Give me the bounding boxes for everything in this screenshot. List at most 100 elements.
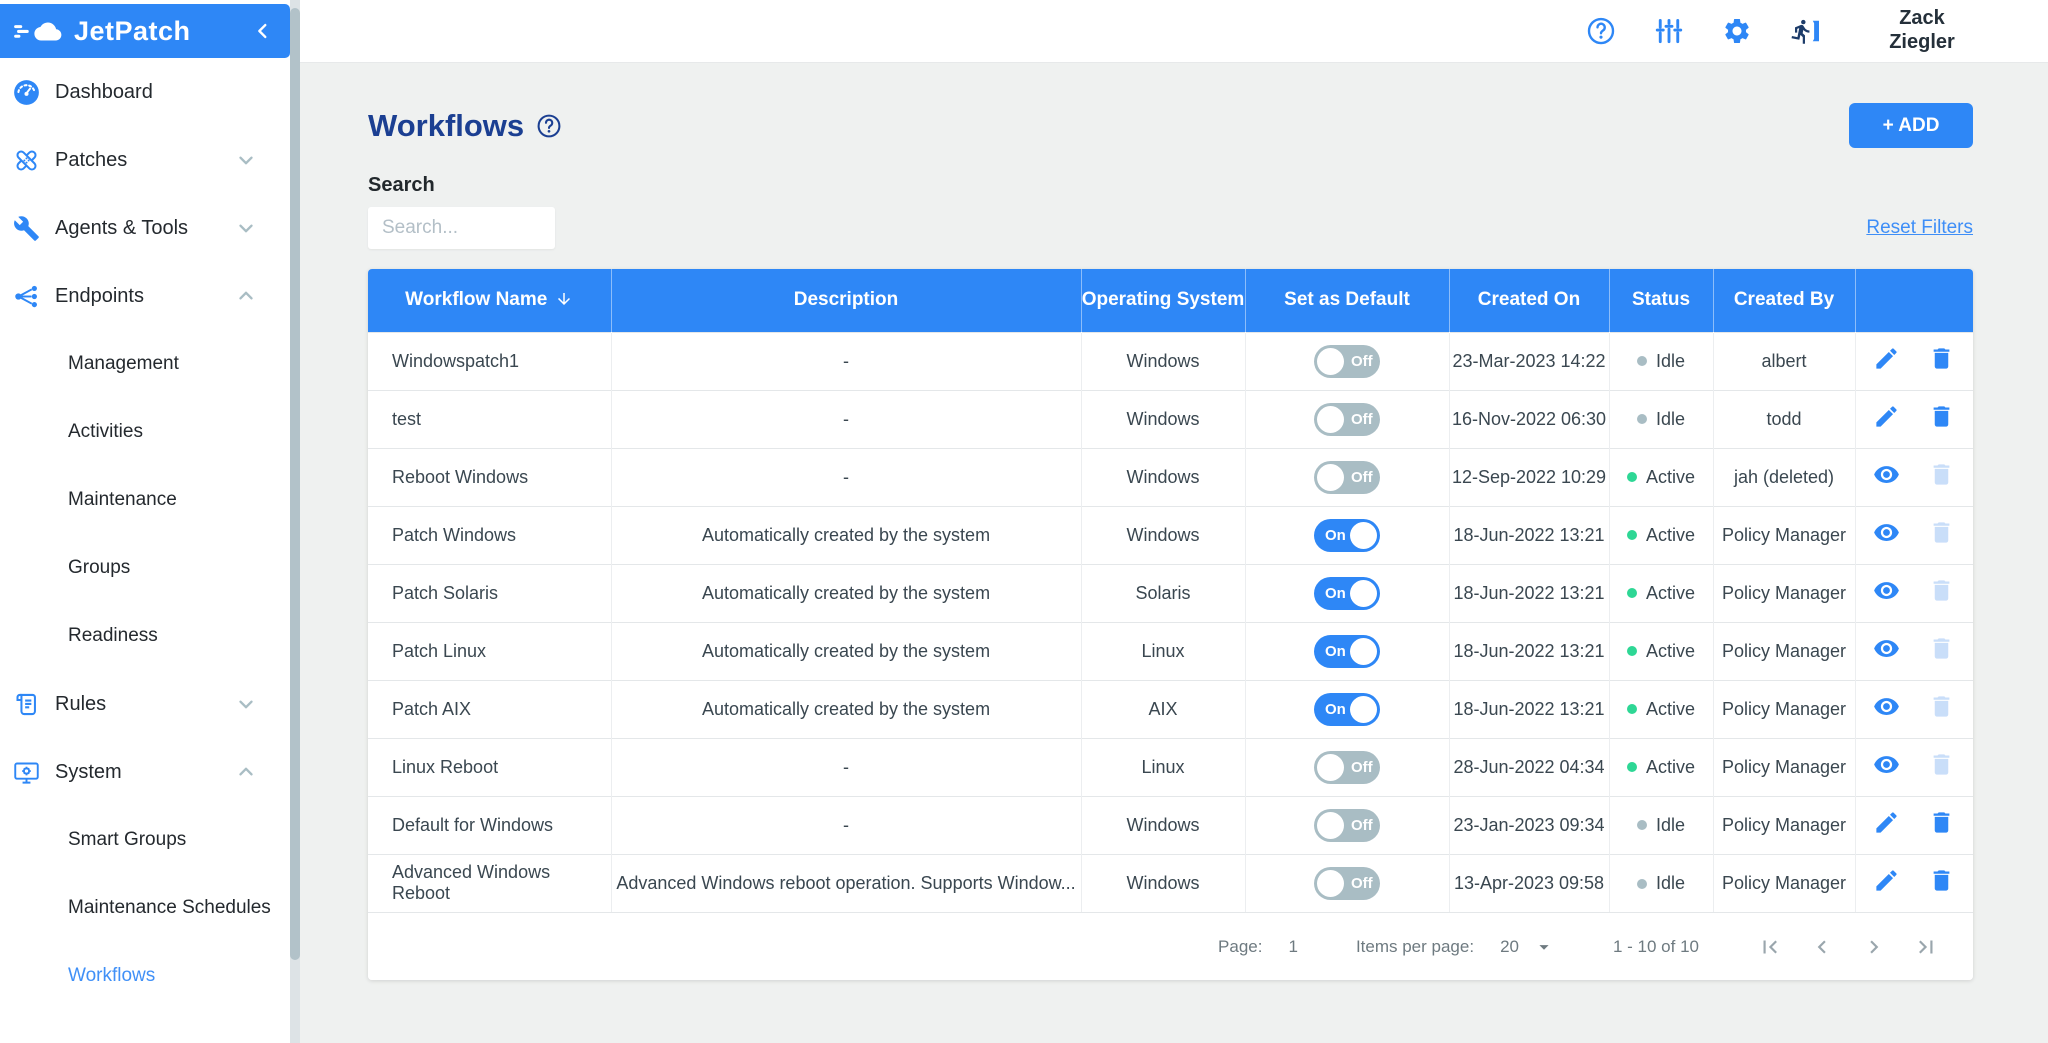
sidebar-item-agents-tools[interactable]: Agents & Tools bbox=[0, 194, 290, 262]
chevron-down-icon[interactable] bbox=[235, 149, 257, 171]
default-toggle[interactable]: On bbox=[1314, 635, 1380, 668]
sidebar-item-label: Workflows bbox=[68, 965, 155, 987]
default-toggle[interactable]: Off bbox=[1314, 751, 1380, 784]
sidebar-item-groups[interactable]: Groups bbox=[0, 534, 290, 602]
default-toggle[interactable]: Off bbox=[1314, 867, 1380, 900]
add-button[interactable]: + ADD bbox=[1849, 103, 1973, 148]
delete-action-icon bbox=[1928, 635, 1955, 662]
view-action-icon[interactable] bbox=[1873, 577, 1900, 604]
cell-description: - bbox=[611, 390, 1081, 448]
sidebar-collapse-icon[interactable] bbox=[252, 20, 274, 42]
page-title: Workflows bbox=[368, 108, 524, 144]
items-per-page-caret-icon[interactable] bbox=[1533, 936, 1555, 958]
default-toggle[interactable]: On bbox=[1314, 519, 1380, 552]
column-header-status[interactable]: Status bbox=[1609, 269, 1713, 332]
cell-description: - bbox=[611, 796, 1081, 854]
sidebar-item-system[interactable]: System bbox=[0, 738, 290, 806]
sidebar-item-endpoints[interactable]: Endpoints bbox=[0, 262, 290, 330]
edit-action-icon[interactable] bbox=[1873, 867, 1900, 894]
toggle-state-label: On bbox=[1325, 527, 1346, 544]
cell-set-as-default: On bbox=[1245, 680, 1449, 738]
next-page-icon[interactable] bbox=[1861, 934, 1887, 960]
column-header-workflow-name[interactable]: Workflow Name bbox=[368, 269, 611, 332]
column-header-created-by[interactable]: Created By bbox=[1713, 269, 1855, 332]
sidebar-item-smart-groups[interactable]: Smart Groups bbox=[0, 806, 290, 874]
arrow-down-sort-icon[interactable] bbox=[555, 290, 573, 308]
default-toggle[interactable]: Off bbox=[1314, 461, 1380, 494]
column-header-description[interactable]: Description bbox=[611, 269, 1081, 332]
search-input[interactable] bbox=[368, 207, 555, 249]
view-action-icon[interactable] bbox=[1873, 693, 1900, 720]
sidebar-item-maintenance[interactable]: Maintenance bbox=[0, 466, 290, 534]
sidebar-item-patches[interactable]: Patches bbox=[0, 126, 290, 194]
cell-operating-system: Windows bbox=[1081, 796, 1245, 854]
sidebar-scrollbar[interactable] bbox=[290, 0, 300, 1043]
user-name[interactable]: Zack Ziegler bbox=[1866, 7, 1978, 54]
last-page-icon[interactable] bbox=[1913, 934, 1939, 960]
first-page-icon[interactable] bbox=[1757, 934, 1783, 960]
cell-created-on: 23-Mar-2023 14:22 bbox=[1449, 332, 1609, 390]
sidebar-scrollbar-thumb[interactable] bbox=[290, 8, 300, 960]
page-value[interactable]: 1 bbox=[1288, 937, 1297, 957]
cell-created-on: 13-Apr-2023 09:58 bbox=[1449, 854, 1609, 912]
cell-status: Idle bbox=[1609, 854, 1713, 912]
delete-action-icon[interactable] bbox=[1928, 809, 1955, 836]
chevron-down-icon[interactable] bbox=[235, 217, 257, 239]
cell-actions bbox=[1855, 622, 1973, 680]
items-per-page-value[interactable]: 20 bbox=[1500, 937, 1519, 957]
system-icon bbox=[13, 759, 40, 786]
sidebar-item-maintenance-schedules[interactable]: Maintenance Schedules bbox=[0, 874, 290, 942]
sidebar-item-workflows[interactable]: Workflows bbox=[0, 942, 290, 1010]
default-toggle[interactable]: On bbox=[1314, 577, 1380, 610]
sidebar-item-dashboard[interactable]: Dashboard bbox=[0, 58, 290, 126]
cell-created-by: Policy Manager bbox=[1713, 506, 1855, 564]
default-toggle[interactable]: Off bbox=[1314, 345, 1380, 378]
help-icon[interactable] bbox=[1586, 16, 1616, 46]
view-action-icon[interactable] bbox=[1873, 635, 1900, 662]
cell-status: Active bbox=[1609, 564, 1713, 622]
cell-workflow-name: Patch AIX bbox=[368, 680, 611, 738]
default-toggle[interactable]: On bbox=[1314, 693, 1380, 726]
sidebar-item-activities[interactable]: Activities bbox=[0, 398, 290, 466]
title-help-icon[interactable] bbox=[536, 113, 562, 139]
toggle-knob bbox=[1350, 638, 1377, 665]
cell-workflow-name: Patch Linux bbox=[368, 622, 611, 680]
status-label: Active bbox=[1646, 583, 1695, 604]
chevron-up-icon[interactable] bbox=[235, 285, 257, 307]
view-action-icon[interactable] bbox=[1873, 519, 1900, 546]
column-header-set-as-default[interactable]: Set as Default bbox=[1245, 269, 1449, 332]
default-toggle[interactable]: Off bbox=[1314, 809, 1380, 842]
table-row-patch-aix: Patch AIXAutomatically created by the sy… bbox=[368, 680, 1973, 738]
sidebar-item-rules[interactable]: Rules bbox=[0, 670, 290, 738]
column-header-operating-system[interactable]: Operating System bbox=[1081, 269, 1245, 332]
delete-action-icon[interactable] bbox=[1928, 345, 1955, 372]
column-header-label: Operating System bbox=[1082, 289, 1245, 310]
table-header-row: Workflow NameDescriptionOperating System… bbox=[368, 269, 1973, 332]
edit-action-icon[interactable] bbox=[1873, 345, 1900, 372]
status-label: Active bbox=[1646, 699, 1695, 720]
sidebar-item-readiness[interactable]: Readiness bbox=[0, 602, 290, 670]
delete-action-icon[interactable] bbox=[1928, 867, 1955, 894]
chevron-up-icon[interactable] bbox=[235, 761, 257, 783]
settings-icon[interactable] bbox=[1722, 16, 1752, 46]
view-action-icon[interactable] bbox=[1873, 751, 1900, 778]
toggle-knob bbox=[1350, 580, 1377, 607]
column-header-created-on[interactable]: Created On bbox=[1449, 269, 1609, 332]
logout-icon[interactable] bbox=[1790, 16, 1820, 46]
reset-filters-link[interactable]: Reset Filters bbox=[1866, 217, 1973, 239]
edit-action-icon[interactable] bbox=[1873, 403, 1900, 430]
sidebar-nav: DashboardPatchesAgents & Tools Endpoints M… bbox=[0, 58, 290, 1010]
sidebar-item-management[interactable]: Management bbox=[0, 330, 290, 398]
sidebar-item-label: Endpoints bbox=[55, 285, 144, 308]
sliders-icon[interactable] bbox=[1654, 16, 1684, 46]
status-label: Idle bbox=[1656, 815, 1685, 836]
default-toggle[interactable]: Off bbox=[1314, 403, 1380, 436]
status-label: Active bbox=[1646, 757, 1695, 778]
edit-action-icon[interactable] bbox=[1873, 809, 1900, 836]
view-action-icon[interactable] bbox=[1873, 461, 1900, 488]
status-dot-icon bbox=[1637, 414, 1647, 424]
chevron-down-icon[interactable] bbox=[235, 693, 257, 715]
toggle-knob bbox=[1317, 812, 1344, 839]
delete-action-icon[interactable] bbox=[1928, 403, 1955, 430]
prev-page-icon[interactable] bbox=[1809, 934, 1835, 960]
